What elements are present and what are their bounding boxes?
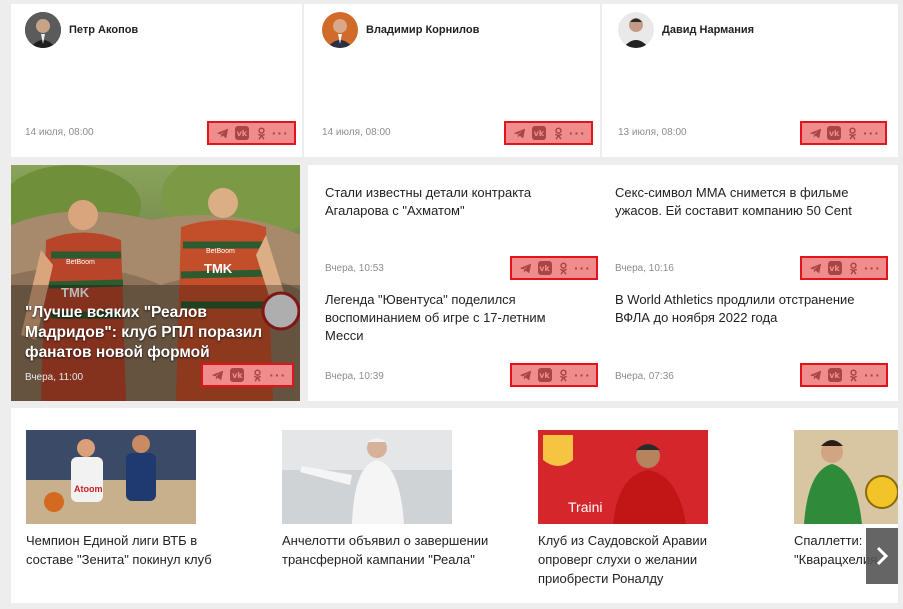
news-date: Вчера, 07:36 xyxy=(615,371,674,382)
vk-icon[interactable]: vk xyxy=(537,260,553,276)
more-icon[interactable]: ··· xyxy=(863,125,880,141)
gallery-image-4[interactable] xyxy=(794,430,898,524)
vk-icon[interactable]: vk xyxy=(827,367,843,383)
news-title[interactable]: Стали известны детали контракта Агаларов… xyxy=(325,184,585,220)
ok-icon[interactable] xyxy=(253,125,269,141)
ok-icon[interactable] xyxy=(556,260,572,276)
telegram-icon[interactable] xyxy=(808,260,824,276)
share-bar: vk ··· xyxy=(504,121,593,145)
author-2[interactable]: Владимир Корнилов xyxy=(322,12,479,48)
vk-icon[interactable]: vk xyxy=(234,125,250,141)
jersey-text: TMK xyxy=(204,261,233,276)
vk-icon[interactable]: vk xyxy=(537,367,553,383)
share-bar: vk ··· xyxy=(510,256,598,280)
more-icon[interactable]: ··· xyxy=(272,125,288,141)
gallery-caption[interactable]: Клуб из Саудовской Аравии опроверг слухи… xyxy=(538,531,738,588)
ok-icon[interactable] xyxy=(845,125,861,141)
more-icon[interactable]: ··· xyxy=(864,367,881,383)
gallery-next-button[interactable] xyxy=(866,528,898,584)
avatar xyxy=(25,12,61,48)
vk-icon[interactable]: vk xyxy=(826,125,842,141)
chevron-right-icon xyxy=(876,546,889,566)
share-bar: vk ··· xyxy=(800,121,887,145)
author-1[interactable]: Петр Акопов xyxy=(25,12,138,48)
telegram-icon[interactable] xyxy=(215,125,231,141)
telegram-icon[interactable] xyxy=(518,260,534,276)
gallery-image-3[interactable]: Traini xyxy=(538,430,708,524)
news-date: Вчера, 10:53 xyxy=(325,263,384,274)
gallery-image-1[interactable]: Atoom xyxy=(26,430,196,524)
article-date: 14 июля, 08:00 xyxy=(322,127,391,138)
gallery-image-2[interactable] xyxy=(282,430,452,524)
more-icon[interactable]: ··· xyxy=(574,367,591,383)
more-icon[interactable]: ··· xyxy=(269,367,286,383)
ok-icon[interactable] xyxy=(556,367,572,383)
ok-icon[interactable] xyxy=(846,367,862,383)
gallery-caption[interactable]: Чемпион Единой лиги ВТБ в составе "Зенит… xyxy=(26,531,241,569)
more-icon[interactable]: ··· xyxy=(574,260,591,276)
image-text: Traini xyxy=(568,499,603,515)
share-bar: vk ··· xyxy=(201,363,294,387)
gallery-caption[interactable]: Анчелотти объявил о завершении трансферн… xyxy=(282,531,507,569)
image-text: Atoom xyxy=(74,484,103,494)
ok-icon[interactable] xyxy=(550,125,566,141)
news-title[interactable]: Легенда "Ювентуса" поделился воспоминани… xyxy=(325,291,585,345)
author-3[interactable]: Давид Нармания xyxy=(618,12,754,48)
telegram-icon[interactable] xyxy=(209,367,225,383)
telegram-icon[interactable] xyxy=(512,125,528,141)
telegram-icon[interactable] xyxy=(807,125,823,141)
ok-icon[interactable] xyxy=(250,367,266,383)
telegram-icon[interactable] xyxy=(808,367,824,383)
author-name[interactable]: Владимир Корнилов xyxy=(366,24,479,36)
more-icon[interactable]: ··· xyxy=(864,260,881,276)
share-bar: vk ··· xyxy=(207,121,296,145)
featured-date: Вчера, 11:00 xyxy=(25,372,84,383)
news-title[interactable]: Секс-символ ММА снимется в фильме ужасов… xyxy=(615,184,875,220)
avatar xyxy=(618,12,654,48)
share-bar: vk ··· xyxy=(800,363,888,387)
share-bar: vk ··· xyxy=(510,363,598,387)
article-date: 13 июля, 08:00 xyxy=(618,127,687,138)
avatar xyxy=(322,12,358,48)
vk-icon[interactable]: vk xyxy=(531,125,547,141)
jersey-sponsor: BetBoom xyxy=(206,248,235,255)
vk-icon[interactable]: vk xyxy=(229,367,245,383)
share-bar: vk ··· xyxy=(800,256,888,280)
ok-icon[interactable] xyxy=(846,260,862,276)
author-name[interactable]: Петр Акопов xyxy=(69,24,138,36)
author-name[interactable]: Давид Нармания xyxy=(662,24,754,36)
featured-title[interactable]: "Лучше всяких "Реалов Мадридов": клуб РП… xyxy=(25,303,295,363)
article-date: 14 июля, 08:00 xyxy=(25,127,94,138)
news-title[interactable]: В World Athletics продлили отстранение В… xyxy=(615,291,885,327)
news-date: Вчера, 10:16 xyxy=(615,263,674,274)
jersey-sponsor: BetBoom xyxy=(66,259,95,266)
news-date: Вчера, 10:39 xyxy=(325,371,384,382)
telegram-icon[interactable] xyxy=(518,367,534,383)
vk-icon[interactable]: vk xyxy=(827,260,843,276)
more-icon[interactable]: ··· xyxy=(569,125,585,141)
